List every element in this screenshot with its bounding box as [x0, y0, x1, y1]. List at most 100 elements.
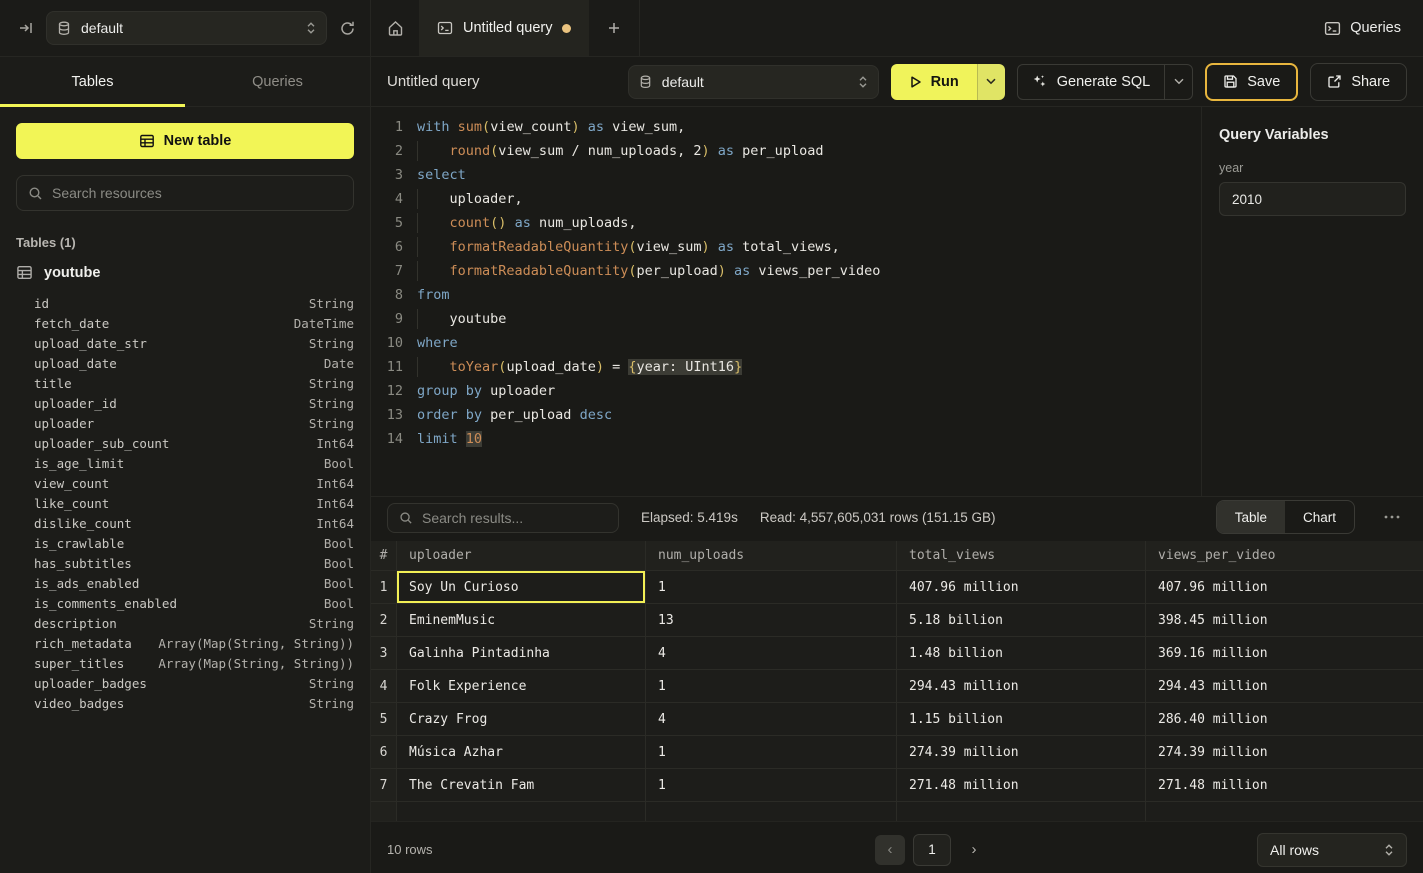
table-cell[interactable]: 5.18 billion [897, 604, 1146, 637]
table-cell[interactable]: 407.96 million [897, 571, 1146, 604]
search-resources-input[interactable] [52, 185, 342, 201]
code-content: count() as num_uploads, [403, 211, 637, 235]
search-results-input[interactable] [422, 510, 607, 526]
column-header[interactable]: total_views [897, 541, 1146, 571]
table-cell[interactable]: 398.45 million [1146, 604, 1423, 637]
table-cell[interactable]: 271.48 million [897, 769, 1146, 802]
table-cell [397, 802, 646, 821]
code-content: round(view_sum / num_uploads, 2) as per_… [403, 139, 823, 163]
unsaved-changes-dot [562, 24, 571, 33]
save-button[interactable]: Save [1205, 63, 1298, 101]
save-icon [1223, 74, 1238, 89]
home-button[interactable] [371, 0, 419, 56]
table-cell [371, 802, 397, 821]
column-header[interactable]: # [371, 541, 397, 571]
view-toggle-table[interactable]: Table [1217, 501, 1285, 533]
table-cell[interactable]: 274.39 million [1146, 736, 1423, 769]
sparkles-icon [1032, 74, 1047, 89]
rows-read-stat: Read: 4,557,605,031 rows (151.15 GB) [760, 510, 996, 525]
table-entry-youtube[interactable]: youtube [16, 264, 354, 281]
table-cell[interactable]: 1 [646, 769, 897, 802]
new-table-button[interactable]: New table [16, 123, 354, 159]
table-cell[interactable]: 13 [646, 604, 897, 637]
page-size-selector[interactable]: All rows [1257, 833, 1407, 867]
table-cell[interactable]: EminemMusic [397, 604, 646, 637]
sql-editor[interactable]: 1with sum(view_count) as view_sum,2 roun… [371, 107, 1201, 496]
schema-column-name: video_badges [34, 696, 124, 711]
table-row: 3Galinha Pintadinha41.48 billion369.16 m… [371, 637, 1423, 670]
tab-queries[interactable]: Queries [185, 57, 370, 106]
schema-column-name: is_ads_enabled [34, 576, 139, 591]
table-cell[interactable]: 1.15 billion [897, 703, 1146, 736]
table-cell[interactable]: 274.39 million [897, 736, 1146, 769]
workspace: 1with sum(view_count) as view_sum,2 roun… [371, 107, 1423, 497]
code-content: toYear(upload_date) = {year: UInt16} [403, 355, 742, 379]
table-cell[interactable]: 4 [646, 637, 897, 670]
schema-column-row: rich_metadataArray(Map(String, String)) [16, 633, 354, 653]
code-line: 13order by per_upload desc [371, 403, 1201, 427]
table-cell[interactable]: Soy Un Curioso [397, 571, 646, 604]
table-cell[interactable]: 4 [646, 703, 897, 736]
table-cell[interactable]: 271.48 million [1146, 769, 1423, 802]
share-button[interactable]: Share [1310, 63, 1407, 101]
generate-sql-options-button[interactable] [1164, 65, 1192, 99]
table-cell[interactable]: 1 [646, 736, 897, 769]
schema-column-row: fetch_dateDateTime [16, 313, 354, 333]
tab-untitled-query[interactable]: Untitled query [419, 0, 589, 56]
table-cell[interactable]: 286.40 million [1146, 703, 1423, 736]
table-cell[interactable]: 369.16 million [1146, 637, 1423, 670]
query-database-selector[interactable]: default [628, 65, 879, 99]
variable-year-input[interactable] [1219, 182, 1406, 216]
table-row [371, 802, 1423, 821]
table-cell[interactable]: Música Azhar [397, 736, 646, 769]
code-content: group by uploader [403, 379, 555, 403]
table-cell[interactable]: Folk Experience [397, 670, 646, 703]
generate-sql-button[interactable]: Generate SQL [1018, 65, 1165, 99]
run-button[interactable]: Run [891, 64, 977, 100]
table-cell [1146, 802, 1423, 821]
new-tab-button[interactable] [589, 0, 639, 56]
queries-button[interactable]: Queries [1302, 0, 1423, 56]
top-bar: default Untitled query [0, 0, 1423, 57]
main-panel: Untitled query default Run [371, 57, 1423, 873]
results-more-button[interactable] [1377, 515, 1407, 519]
tab-tables[interactable]: Tables [0, 57, 185, 106]
schema-column-type: DateTime [294, 316, 354, 331]
column-header[interactable]: num_uploads [646, 541, 897, 571]
table-cell[interactable]: 294.43 million [897, 670, 1146, 703]
table-cell[interactable]: Crazy Frog [397, 703, 646, 736]
current-page[interactable]: 1 [913, 834, 951, 866]
schema-column-name: is_crawlable [34, 536, 124, 551]
schema-column-name: super_titles [34, 656, 124, 671]
table-cell[interactable]: 1 [646, 670, 897, 703]
table-cell[interactable]: Galinha Pintadinha [397, 637, 646, 670]
table-cell[interactable]: 1 [646, 571, 897, 604]
schema-column-name: has_subtitles [34, 556, 132, 571]
code-line: 3select [371, 163, 1201, 187]
refresh-button[interactable] [339, 20, 356, 37]
table-cell[interactable]: The Crevatin Fam [397, 769, 646, 802]
column-header[interactable]: views_per_video [1146, 541, 1423, 571]
table-cell[interactable]: 1.48 billion [897, 637, 1146, 670]
table-cell[interactable]: 407.96 million [1146, 571, 1423, 604]
column-header[interactable]: uploader [397, 541, 646, 571]
search-icon [28, 186, 43, 201]
home-icon [387, 20, 404, 37]
view-toggle-chart[interactable]: Chart [1285, 501, 1354, 533]
collapse-sidebar-button[interactable] [18, 20, 34, 36]
schema-column-row: uploader_idString [16, 393, 354, 413]
queries-button-label: Queries [1350, 20, 1401, 36]
next-page-button[interactable]: › [959, 835, 989, 865]
schema-column-row: is_age_limitBool [16, 453, 354, 473]
table-cell[interactable]: 294.43 million [1146, 670, 1423, 703]
previous-page-button[interactable]: ‹ [875, 835, 905, 865]
topbar-spacer [640, 0, 1302, 56]
sidebar-search [16, 175, 354, 211]
schema-column-type: String [309, 676, 354, 691]
run-options-button[interactable] [977, 64, 1005, 100]
schema-column-name: dislike_count [34, 516, 132, 531]
database-selector[interactable]: default [46, 11, 327, 45]
line-number: 2 [371, 139, 403, 163]
results-search [387, 503, 619, 533]
row-number: 3 [371, 637, 397, 670]
